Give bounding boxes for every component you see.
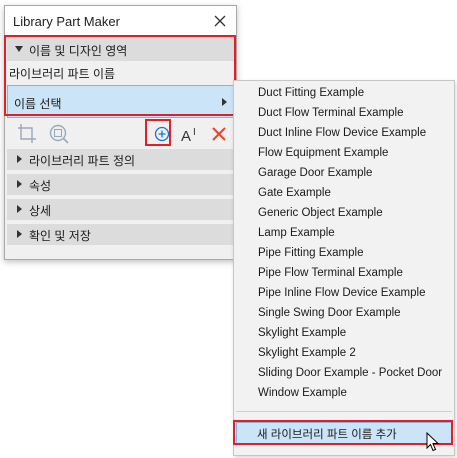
delete-button[interactable]: [207, 122, 231, 146]
menu-item[interactable]: Gate Example: [258, 187, 331, 199]
zoom-icon: [49, 124, 69, 144]
collapsed-triangle-icon: [17, 155, 22, 163]
section-properties[interactable]: 속성: [7, 174, 234, 195]
menu-item[interactable]: Window Example: [258, 387, 347, 399]
section-label: 속성: [29, 179, 52, 193]
highlight-name-section: [4, 35, 236, 116]
window-title: Library Part Maker: [13, 14, 120, 29]
svg-text:A: A: [181, 128, 191, 145]
menu-item[interactable]: Pipe Fitting Example: [258, 247, 363, 259]
section-confirm-save[interactable]: 확인 및 저장: [7, 224, 234, 245]
menu-item[interactable]: Flow Equipment Example: [258, 147, 388, 159]
section-label: 확인 및 저장: [29, 229, 91, 243]
section-label: 상세: [29, 204, 52, 218]
toolbar: A I: [7, 118, 234, 148]
highlight-add-new-item: [233, 420, 453, 445]
highlight-add-button: [145, 119, 171, 146]
menu-item[interactable]: Single Swing Door Example: [258, 307, 401, 319]
menu-item[interactable]: Sliding Door Example - Pocket Door: [258, 367, 442, 379]
delete-x-icon: [212, 127, 226, 141]
name-dropdown-menu: Duct Fitting Example Duct Flow Terminal …: [233, 80, 455, 456]
menu-item[interactable]: Pipe Flow Terminal Example: [258, 267, 403, 279]
mouse-cursor-icon: [426, 432, 440, 452]
close-button[interactable]: [208, 9, 232, 33]
collapsed-triangle-icon: [17, 205, 22, 213]
section-details[interactable]: 상세: [7, 199, 234, 220]
menu-item[interactable]: Lamp Example: [258, 227, 335, 239]
section-library-part-definition[interactable]: 라이브러리 파트 정의: [7, 149, 234, 170]
crop-button[interactable]: [15, 122, 39, 146]
menu-item[interactable]: Pipe Inline Flow Device Example: [258, 287, 425, 299]
rename-button[interactable]: A I: [179, 122, 203, 146]
collapsed-triangle-icon: [17, 180, 22, 188]
close-icon: [214, 15, 226, 27]
menu-separator: [236, 411, 452, 412]
collapsed-triangle-icon: [17, 230, 22, 238]
svg-text:I: I: [193, 127, 196, 138]
section-label: 라이브러리 파트 정의: [29, 154, 136, 168]
crop-icon: [18, 124, 36, 143]
menu-item[interactable]: Generic Object Example: [258, 207, 383, 219]
menu-item[interactable]: Garage Door Example: [258, 167, 372, 179]
zoom-button[interactable]: [47, 122, 71, 146]
title-bar: Library Part Maker: [5, 6, 236, 36]
menu-item[interactable]: Duct Flow Terminal Example: [258, 107, 404, 119]
menu-item[interactable]: Skylight Example: [258, 327, 346, 339]
menu-item[interactable]: Skylight Example 2: [258, 347, 356, 359]
menu-item[interactable]: Duct Fitting Example: [258, 87, 364, 99]
menu-item[interactable]: Duct Inline Flow Device Example: [258, 127, 426, 139]
text-edit-icon: A I: [181, 127, 196, 145]
